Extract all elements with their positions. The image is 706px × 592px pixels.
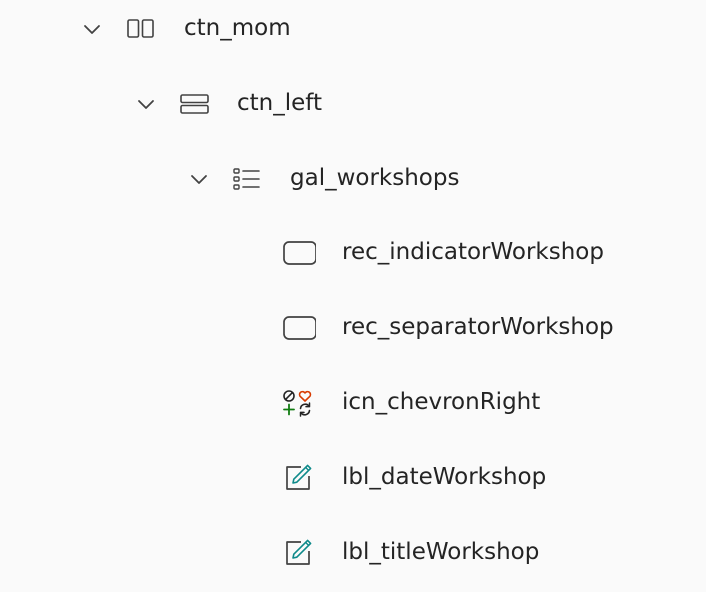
rectangle-icon	[282, 314, 316, 342]
text-label-icon	[282, 539, 316, 567]
rectangle-icon	[282, 239, 316, 267]
tree-node-label: gal_workshops	[290, 165, 460, 191]
gallery-icon	[230, 165, 264, 193]
chevron-down-icon[interactable]	[82, 19, 102, 39]
chevron-down-icon[interactable]	[189, 169, 209, 189]
text-label-icon	[282, 464, 316, 492]
horizontal-container-icon	[124, 15, 158, 43]
tree-node-label: lbl_titleWorkshop	[342, 539, 540, 565]
tree-node-label: rec_indicatorWorkshop	[342, 239, 604, 265]
icons-control-icon	[282, 389, 316, 417]
tree-node-label: rec_separatorWorkshop	[342, 314, 614, 340]
tree-node-label: lbl_dateWorkshop	[342, 464, 547, 490]
chevron-down-icon[interactable]	[136, 94, 156, 114]
tree-node-label: icn_chevronRight	[342, 389, 541, 415]
tree-node-label: ctn_mom	[184, 15, 291, 41]
tree-view: ctn_mom ctn_left gal_workshops rec_indic…	[0, 0, 706, 592]
vertical-container-icon	[178, 90, 212, 118]
tree-node-label: ctn_left	[237, 90, 322, 116]
